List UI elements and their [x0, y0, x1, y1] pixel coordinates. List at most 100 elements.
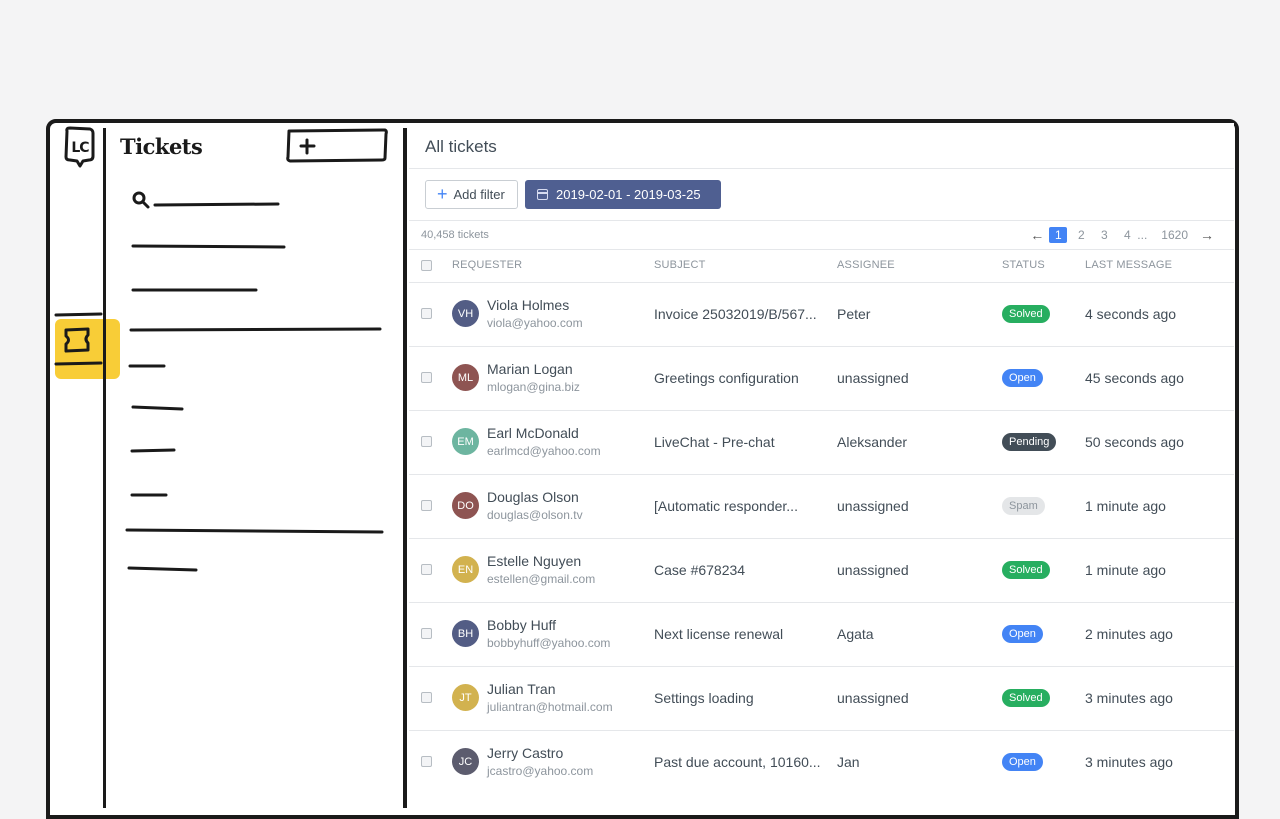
- plus-icon: +: [437, 183, 448, 204]
- rail-item-tickets-active[interactable]: [55, 319, 120, 379]
- requester-name[interactable]: Estelle Nguyen: [487, 553, 581, 569]
- requester-email: earlmcd@yahoo.com: [487, 444, 601, 458]
- nav-item-6[interactable]: [130, 448, 176, 453]
- column-last-message[interactable]: LAST MESSAGE: [1085, 259, 1172, 271]
- requester-email: estellen@gmail.com: [487, 572, 596, 586]
- avatar: JT: [452, 684, 479, 711]
- ticket-assignee: unassigned: [837, 498, 909, 514]
- table-row[interactable]: DO Douglas Olson douglas@olson.tv [Automati…: [409, 474, 1234, 539]
- requester-email: viola@yahoo.com: [487, 316, 583, 330]
- avatar: JC: [452, 748, 479, 775]
- requester-email: mlogan@gina.biz: [487, 380, 580, 394]
- search-input[interactable]: [153, 202, 280, 207]
- avatar: VH: [452, 300, 479, 327]
- ticket-assignee: Jan: [837, 754, 860, 770]
- ticket-subject[interactable]: Invoice 25032019/B/567...: [654, 306, 817, 322]
- nav-item-1[interactable]: [131, 244, 286, 249]
- date-range-label: 2019-02-01 - 2019-03-25: [556, 187, 701, 202]
- ticket-subject[interactable]: Greetings configuration: [654, 370, 799, 386]
- status-badge: Open: [1002, 753, 1043, 771]
- table-row[interactable]: EN Estelle Nguyen estellen@gmail.com Case #…: [409, 538, 1234, 603]
- nav-item-5[interactable]: [131, 405, 184, 411]
- requester-email: juliantran@hotmail.com: [487, 700, 613, 714]
- ticket-subject[interactable]: Past due account, 10160...: [654, 754, 821, 770]
- ticket-assignee: Peter: [837, 306, 871, 322]
- prev-page-arrow-icon[interactable]: ←: [1030, 227, 1044, 243]
- ticket-subject[interactable]: Settings loading: [654, 690, 754, 706]
- page-last[interactable]: 1620: [1160, 227, 1189, 243]
- add-filter-button[interactable]: + Add filter: [425, 180, 518, 209]
- ticket-assignee: unassigned: [837, 370, 909, 386]
- last-message-time: 3 minutes ago: [1085, 754, 1173, 770]
- status-badge: Pending: [1002, 433, 1057, 451]
- requester-name[interactable]: Bobby Huff: [487, 617, 556, 633]
- table-row[interactable]: BH Bobby Huff bobbyhuff@yahoo.com Next lice…: [409, 602, 1234, 667]
- row-checkbox[interactable]: [421, 628, 432, 639]
- avatar: DO: [452, 492, 479, 519]
- requester-name[interactable]: Jerry Castro: [487, 745, 563, 761]
- row-checkbox[interactable]: [421, 564, 432, 575]
- status-badge: Solved: [1002, 689, 1050, 707]
- requester-name[interactable]: Viola Holmes: [487, 297, 569, 313]
- ticket-assignee: Aleksander: [837, 434, 908, 450]
- table-row[interactable]: VH Viola Holmes viola@yahoo.com Invoice 250…: [409, 282, 1234, 347]
- requester-name[interactable]: Marian Logan: [487, 361, 573, 377]
- pagination-ellipsis: ...: [1137, 228, 1148, 242]
- requester-email: douglas@olson.tv: [487, 508, 583, 522]
- requester-name[interactable]: Douglas Olson: [487, 489, 579, 505]
- calendar-icon: [537, 189, 548, 200]
- ticket-subject[interactable]: Next license renewal: [654, 626, 783, 642]
- page-4[interactable]: 4: [1118, 227, 1136, 243]
- column-subject[interactable]: SUBJECT: [654, 259, 706, 271]
- nav-item-3[interactable]: [129, 327, 382, 332]
- toolbar-divider: [409, 220, 1234, 221]
- panel-title: Tickets: [120, 134, 203, 159]
- add-ticket-button[interactable]: [286, 128, 388, 163]
- avatar: EN: [452, 556, 479, 583]
- page-1[interactable]: 1: [1049, 227, 1068, 243]
- column-assignee[interactable]: ASSIGNEE: [837, 259, 895, 271]
- ticket-assignee: Agata: [837, 626, 874, 642]
- row-checkbox[interactable]: [421, 500, 432, 511]
- pagination: ← 1 2 3 4 ... 1620 →: [1030, 227, 1214, 243]
- table-row[interactable]: EM Earl McDonald earlmcd@yahoo.com LiveChat…: [409, 410, 1234, 475]
- panel-divider: [403, 128, 407, 808]
- date-range-filter[interactable]: 2019-02-01 - 2019-03-25: [525, 180, 721, 209]
- page-2[interactable]: 2: [1072, 227, 1090, 243]
- row-checkbox[interactable]: [421, 372, 432, 383]
- next-page-arrow-icon[interactable]: →: [1200, 227, 1214, 243]
- table-row[interactable]: JT Julian Tran juliantran@hotmail.com Setti…: [409, 666, 1234, 731]
- last-message-time: 50 seconds ago: [1085, 434, 1184, 450]
- nav-item-9[interactable]: [127, 566, 198, 572]
- last-message-time: 1 minute ago: [1085, 562, 1166, 578]
- ticket-subject[interactable]: LiveChat - Pre-chat: [654, 434, 775, 450]
- column-status[interactable]: STATUS: [1002, 259, 1045, 271]
- status-badge: Solved: [1002, 305, 1050, 323]
- page-3[interactable]: 3: [1095, 227, 1113, 243]
- list-header-divider: [409, 249, 1234, 250]
- add-filter-label: Add filter: [453, 187, 505, 202]
- avatar: BH: [452, 620, 479, 647]
- requester-name[interactable]: Julian Tran: [487, 681, 555, 697]
- status-badge: Open: [1002, 369, 1043, 387]
- ticket-subject[interactable]: Case #678234: [654, 562, 745, 578]
- select-all-checkbox[interactable]: [421, 260, 432, 271]
- last-message-time: 1 minute ago: [1085, 498, 1166, 514]
- table-row[interactable]: JC Jerry Castro jcastro@yahoo.com Past due …: [409, 730, 1234, 795]
- requester-name[interactable]: Earl McDonald: [487, 425, 579, 441]
- nav-item-8[interactable]: [125, 528, 384, 534]
- row-checkbox[interactable]: [421, 308, 432, 319]
- requester-email: bobbyhuff@yahoo.com: [487, 636, 611, 650]
- avatar: EM: [452, 428, 479, 455]
- row-checkbox[interactable]: [421, 756, 432, 767]
- page-title: All tickets: [425, 137, 497, 156]
- requester-email: jcastro@yahoo.com: [487, 764, 594, 778]
- table-row[interactable]: ML Marian Logan mlogan@gina.biz Greetings c…: [409, 346, 1234, 411]
- status-badge: Spam: [1002, 497, 1045, 515]
- row-checkbox[interactable]: [421, 692, 432, 703]
- ticket-subject[interactable]: [Automatic responder...: [654, 498, 798, 514]
- row-checkbox[interactable]: [421, 436, 432, 447]
- last-message-time: 45 seconds ago: [1085, 370, 1184, 386]
- logo-text: LC: [71, 140, 89, 156]
- column-requester[interactable]: REQUESTER: [452, 259, 522, 271]
